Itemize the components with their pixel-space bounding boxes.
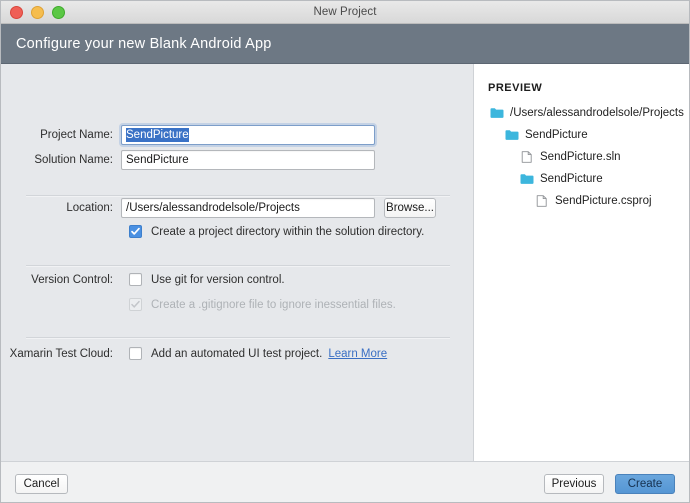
solution-name-row: Solution Name: SendPicture bbox=[1, 150, 473, 170]
banner-title: Configure your new Blank Android App bbox=[16, 36, 271, 52]
separator-2 bbox=[26, 265, 450, 267]
solution-name-value: SendPicture bbox=[126, 154, 189, 166]
folder-icon bbox=[520, 173, 534, 185]
project-name-label: Project Name: bbox=[1, 129, 121, 141]
tree-item-label: SendPicture bbox=[525, 129, 588, 141]
ui-test-project-label: Add an automated UI test project. bbox=[151, 348, 322, 360]
dialog-body: Project Name: SendPicture Solution Name:… bbox=[1, 64, 689, 461]
cancel-button[interactable]: Cancel bbox=[15, 474, 68, 494]
tree-item-label: SendPicture bbox=[540, 173, 603, 185]
tree-item[interactable]: SendPicture.csproj bbox=[488, 192, 689, 209]
location-value: /Users/alessandrodelsole/Projects bbox=[126, 202, 300, 214]
location-input[interactable]: /Users/alessandrodelsole/Projects bbox=[121, 198, 375, 218]
gitignore-label: Create a .gitignore file to ignore iness… bbox=[151, 299, 396, 311]
preview-title: PREVIEW bbox=[488, 82, 689, 94]
file-icon bbox=[520, 151, 534, 163]
preview-pane: PREVIEW /Users/alessandrodelsole/Project… bbox=[474, 64, 689, 461]
tree-item-label: SendPicture.sln bbox=[540, 151, 621, 163]
ui-test-project-checkbox[interactable] bbox=[129, 347, 142, 360]
configuration-pane: Project Name: SendPicture Solution Name:… bbox=[1, 64, 474, 461]
solution-name-input[interactable]: SendPicture bbox=[121, 150, 375, 170]
separator-3 bbox=[26, 337, 450, 339]
browse-button[interactable]: Browse... bbox=[384, 198, 436, 218]
footer-actions: Previous Create bbox=[544, 474, 675, 494]
window-titlebar: New Project bbox=[1, 1, 689, 24]
tree-item[interactable]: /Users/alessandrodelsole/Projects bbox=[488, 104, 689, 121]
tree-item[interactable]: SendPicture bbox=[488, 126, 689, 143]
separator-1 bbox=[26, 195, 450, 197]
dialog-banner: Configure your new Blank Android App bbox=[1, 24, 689, 64]
learn-more-link[interactable]: Learn More bbox=[328, 348, 387, 360]
tree-item[interactable]: SendPicture.sln bbox=[488, 148, 689, 165]
location-row: Location: /Users/alessandrodelsole/Proje… bbox=[1, 198, 473, 218]
window-title: New Project bbox=[1, 6, 689, 18]
solution-name-label: Solution Name: bbox=[1, 154, 121, 166]
create-project-directory-row: Create a project directory within the so… bbox=[129, 225, 424, 238]
version-control-label: Version Control: bbox=[1, 274, 121, 286]
folder-icon bbox=[490, 107, 504, 119]
xamarin-test-cloud-row: Xamarin Test Cloud: Add an automated UI … bbox=[1, 347, 473, 360]
gitignore-checkbox bbox=[129, 298, 142, 311]
tree-item[interactable]: SendPicture bbox=[488, 170, 689, 187]
create-project-directory-label: Create a project directory within the so… bbox=[151, 226, 424, 238]
project-name-row: Project Name: SendPicture bbox=[1, 125, 473, 145]
create-project-directory-checkbox[interactable] bbox=[129, 225, 142, 238]
tree-item-label: SendPicture.csproj bbox=[555, 195, 652, 207]
tree-item-label: /Users/alessandrodelsole/Projects bbox=[510, 107, 684, 119]
create-button[interactable]: Create bbox=[615, 474, 675, 494]
project-name-value: SendPicture bbox=[126, 128, 189, 142]
location-label: Location: bbox=[1, 202, 121, 214]
project-name-input[interactable]: SendPicture bbox=[121, 125, 375, 145]
previous-button[interactable]: Previous bbox=[544, 474, 604, 494]
version-control-row: Version Control: Use git for version con… bbox=[1, 273, 473, 286]
new-project-dialog-window: New Project Configure your new Blank And… bbox=[0, 0, 690, 503]
gitignore-row: Create a .gitignore file to ignore iness… bbox=[129, 298, 396, 311]
dialog-footer: Cancel Previous Create bbox=[1, 461, 689, 503]
use-git-checkbox[interactable] bbox=[129, 273, 142, 286]
check-icon bbox=[130, 299, 141, 310]
folder-icon bbox=[505, 129, 519, 141]
use-git-label: Use git for version control. bbox=[151, 274, 285, 286]
file-icon bbox=[535, 195, 549, 207]
xamarin-test-cloud-label: Xamarin Test Cloud: bbox=[1, 348, 121, 360]
check-icon bbox=[130, 226, 141, 237]
